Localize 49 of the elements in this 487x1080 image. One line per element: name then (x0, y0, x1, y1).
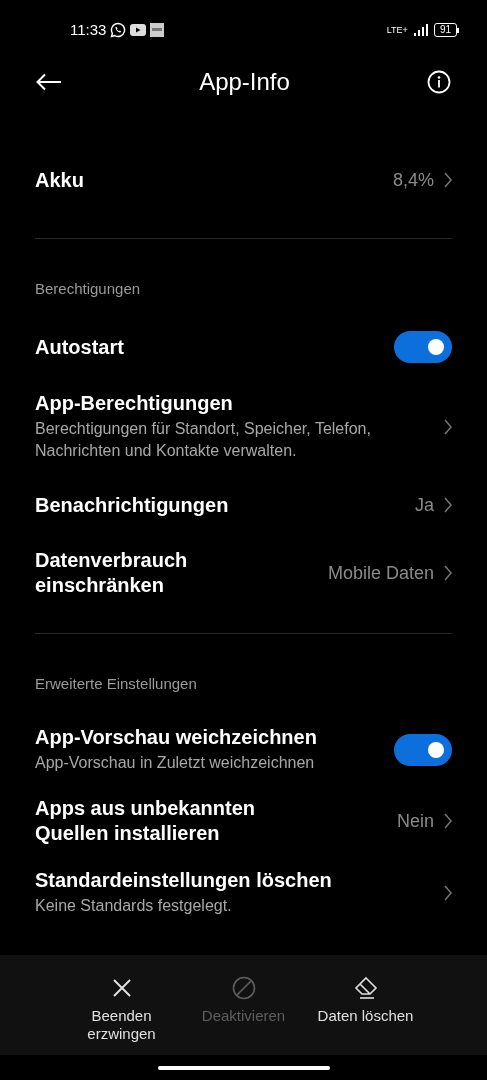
signal-icon (413, 24, 428, 36)
chat-bubble-icon (110, 22, 127, 38)
back-arrow-icon[interactable] (36, 73, 62, 91)
toggle-switch[interactable] (394, 733, 452, 766)
status-time: 11:33 (70, 19, 107, 40)
row-title: Apps aus unbekannten Quellen installieren (35, 796, 257, 846)
prohibited-icon (231, 976, 256, 1000)
chevron-right-icon (444, 813, 452, 829)
chevron-right-icon (444, 497, 452, 513)
action-button[interactable]: Beenden erzwingen (66, 975, 177, 1055)
section-header: Berechtigungen (35, 280, 141, 297)
close-icon (111, 978, 132, 998)
row-title: App-Berechtigungen (35, 391, 234, 416)
row-title: Benachrichtigungen (35, 492, 229, 518)
network-label: LTE+ (386, 25, 408, 35)
toggle-switch[interactable] (394, 331, 452, 363)
row-value: Mobile Daten (327, 561, 434, 585)
action-button[interactable]: Daten löschen (310, 975, 421, 1055)
settings-row[interactable]: Standardeinstellungen löschen Keine Standards festgelegt. (0, 856, 487, 929)
app-icon (150, 23, 165, 37)
row-subtitle: App-Vorschau in Zuletzt weichzeichnen (35, 753, 316, 773)
row-title: App-Vorschau weichzeichnen (35, 725, 317, 750)
row-title: Akku (35, 167, 84, 193)
row-value: 8,4% (392, 168, 434, 192)
row-subtitle: Keine Standards festgelegt. (35, 896, 233, 916)
settings-row[interactable]: Akku 8,4% (0, 150, 487, 210)
play-icon (130, 24, 147, 36)
info-icon[interactable] (427, 70, 451, 94)
row-title: Standardeinstellungen löschen (35, 868, 332, 893)
settings-row[interactable]: Apps aus unbekannten Quellen installieren Nein (0, 788, 487, 856)
row-subtitle: Berechtigungen für Standort, Speicher, Telefon, Nachrichten und Kontakte verwalten. (35, 419, 372, 461)
row-value: Nein (396, 809, 434, 833)
row-title: Datenverbrauch einschränken (35, 548, 189, 598)
row-title: Autostart (35, 334, 124, 360)
settings-row[interactable]: App-Berechtigungen Berechtigungen für Standort, Speicher, Telefon, Nachrichten und Kontakte verwalten. (0, 377, 487, 476)
settings-row[interactable]: App-Vorschau weichzeichnen App-Vorschau in Zuletzt weichzeichnen (0, 712, 487, 788)
chevron-right-icon (444, 884, 452, 901)
section-header: Erweiterte Einstellungen (35, 675, 197, 692)
battery-icon: 91 (433, 23, 459, 37)
chevron-right-icon (444, 565, 452, 581)
chevron-right-icon (444, 172, 452, 188)
home-indicator[interactable] (157, 1065, 330, 1070)
settings-row[interactable]: Datenverbrauch einschränken Mobile Daten (0, 534, 487, 613)
page-title: App-Info (199, 67, 290, 97)
eraser-icon (353, 976, 378, 1000)
row-value: Ja (415, 493, 434, 517)
chevron-right-icon (444, 418, 452, 435)
settings-row[interactable]: Autostart (0, 317, 487, 377)
settings-row[interactable]: Benachrichtigungen Ja (0, 476, 487, 534)
